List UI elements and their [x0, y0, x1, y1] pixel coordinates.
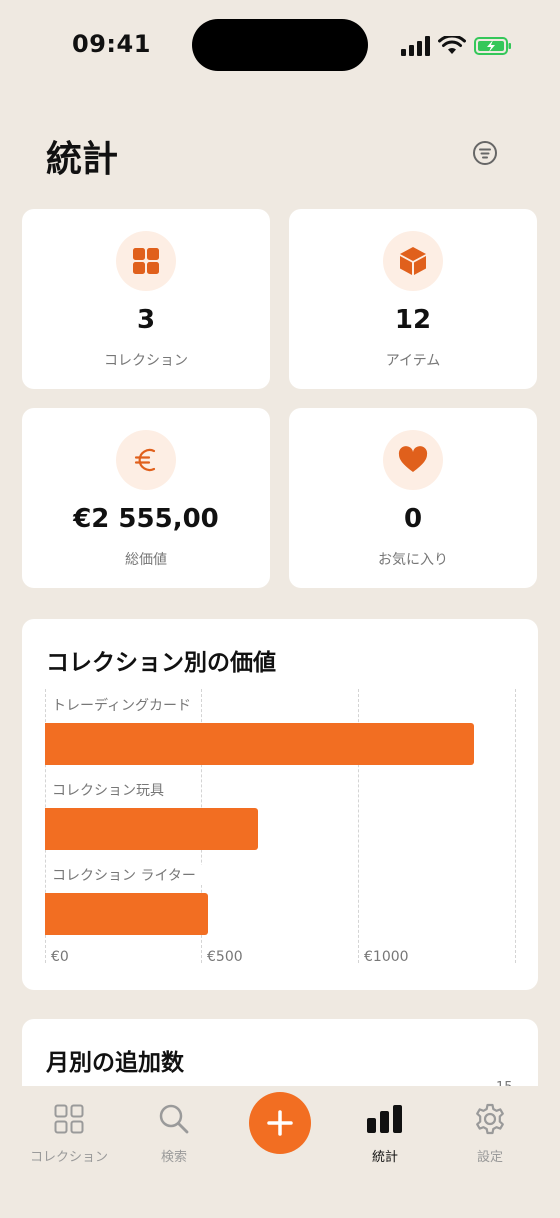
tab-statistics[interactable]: 統計	[330, 1100, 440, 1165]
stat-card-total-value: €2 555,00 総価値	[22, 408, 270, 588]
stat-value: 12	[394, 305, 432, 335]
tab-label: コレクション	[29, 1150, 108, 1165]
bar-label: トレーディングカード	[52, 695, 198, 715]
grid-icon	[116, 231, 176, 291]
grid-icon	[14, 1100, 124, 1138]
search-icon	[119, 1100, 229, 1138]
stat-value: 3	[136, 305, 156, 335]
stat-card-collections: 3 コレクション	[22, 209, 270, 389]
add-button[interactable]	[249, 1092, 311, 1154]
bar-trading-cards[interactable]	[45, 723, 474, 765]
stat-label: お気に入り	[378, 552, 448, 568]
tab-search[interactable]: 検索	[119, 1100, 229, 1165]
tab-settings[interactable]: 設定	[435, 1100, 545, 1165]
bar-collectible-lighters[interactable]	[45, 893, 208, 935]
battery-icon	[474, 37, 511, 55]
chart-title: 月別の追加数	[46, 1050, 184, 1076]
page-title: 統計	[46, 139, 119, 180]
filter-button[interactable]	[472, 140, 498, 166]
x-tick-label: €500	[207, 949, 243, 965]
tab-collections[interactable]: コレクション	[14, 1100, 124, 1165]
euro-icon	[116, 430, 176, 490]
dynamic-island	[192, 19, 368, 71]
stat-card-favorites: 0 お気に入り	[289, 408, 537, 588]
cube-icon	[383, 231, 443, 291]
gear-icon	[435, 1100, 545, 1138]
x-tick-label: €0	[51, 949, 69, 965]
stat-card-items: 12 アイテム	[289, 209, 537, 389]
bar-label: コレクション ライター	[52, 865, 202, 885]
bar-label: コレクション玩具	[52, 780, 170, 800]
signal-icon	[401, 36, 430, 56]
filter-icon	[473, 141, 497, 165]
bar-chart-icon	[330, 1100, 440, 1138]
heart-icon	[383, 430, 443, 490]
stat-label: アイテム	[385, 353, 441, 369]
value-by-collection-card: コレクション別の価値 トレーディングカード コレクション玩具 コレクション ライ…	[22, 619, 538, 990]
stat-value: 0	[403, 504, 423, 534]
bar-collectible-toys[interactable]	[45, 808, 258, 850]
tab-label: 検索	[160, 1150, 187, 1165]
plus-icon	[267, 1110, 293, 1136]
x-tick-label: €1000	[364, 949, 409, 965]
status-icons	[400, 32, 512, 60]
gridline	[515, 689, 516, 963]
chart-title: コレクション別の価値	[46, 650, 276, 676]
status-bar: 09:41	[0, 0, 560, 92]
stat-label: 総価値	[125, 552, 167, 568]
stat-value: €2 555,00	[73, 504, 219, 534]
tab-label: 統計	[371, 1150, 398, 1165]
status-time: 09:41	[72, 30, 151, 58]
stat-label: コレクション	[104, 353, 188, 369]
tab-label: 設定	[476, 1150, 503, 1165]
wifi-icon	[438, 36, 466, 54]
